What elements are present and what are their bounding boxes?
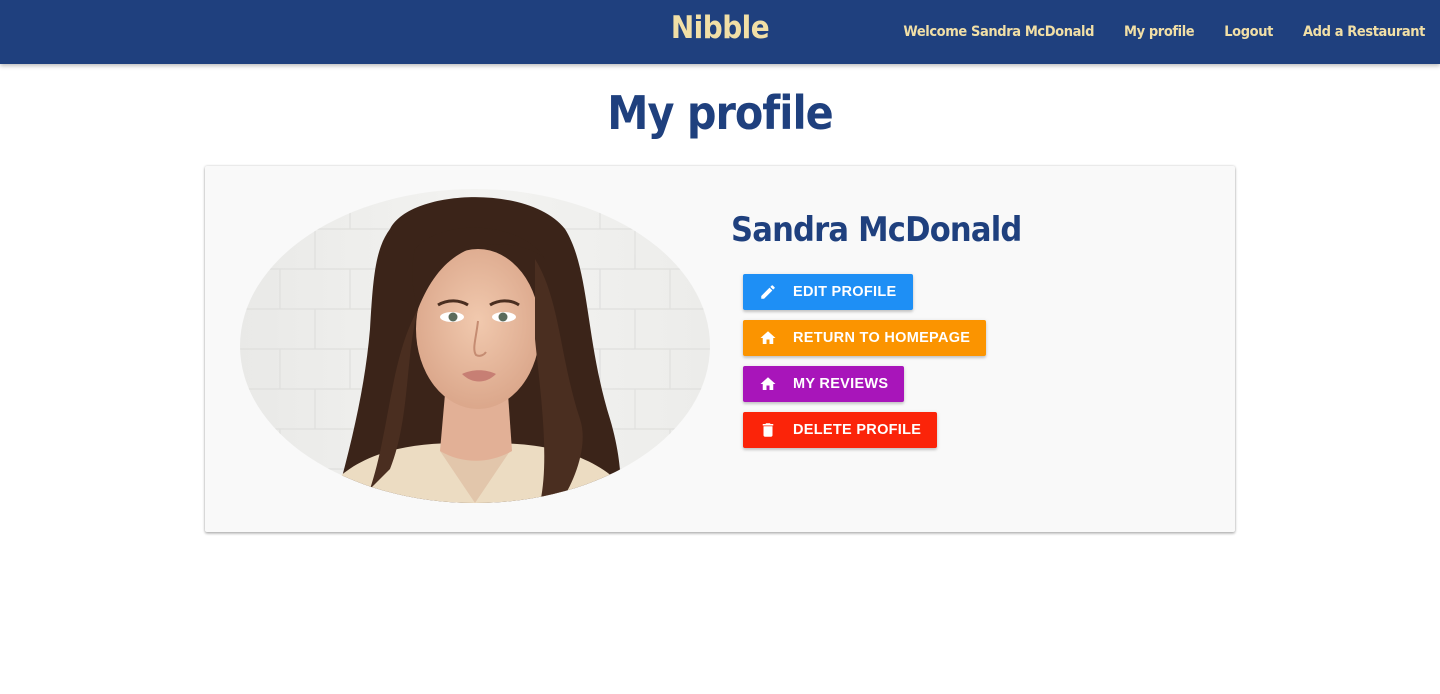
navbar: Nibble Welcome Sandra McDonald My profil… <box>0 0 1440 64</box>
my-reviews-label: MY REVIEWS <box>793 376 889 392</box>
pencil-icon <box>759 283 777 301</box>
return-to-homepage-label: RETURN TO HOMEPAGE <box>793 330 971 346</box>
edit-profile-label: EDIT PROFILE <box>793 284 897 300</box>
my-reviews-button[interactable]: MY REVIEWS <box>743 366 905 402</box>
profile-card: Sandra McDonald EDIT PROFILE RETURN TO H… <box>205 166 1235 532</box>
nav-links: Welcome Sandra McDonald My profile Logou… <box>873 0 1425 64</box>
nav-my-profile[interactable]: My profile <box>1124 24 1195 40</box>
home-icon <box>759 375 777 393</box>
page-title: My profile <box>607 86 833 140</box>
nav-logout[interactable]: Logout <box>1224 24 1273 40</box>
home-icon <box>759 329 777 347</box>
trash-icon <box>759 421 777 439</box>
nav-add-restaurant[interactable]: Add a Restaurant <box>1303 24 1425 40</box>
return-to-homepage-button[interactable]: RETURN TO HOMEPAGE <box>743 320 987 356</box>
delete-profile-label: DELETE PROFILE <box>793 422 922 438</box>
delete-profile-button[interactable]: DELETE PROFILE <box>743 412 938 448</box>
profile-name: Sandra McDonald <box>731 210 1022 250</box>
edit-profile-button[interactable]: EDIT PROFILE <box>743 274 913 310</box>
nav-welcome[interactable]: Welcome Sandra McDonald <box>903 24 1094 40</box>
avatar <box>240 189 710 503</box>
avatar-photo <box>240 189 710 503</box>
